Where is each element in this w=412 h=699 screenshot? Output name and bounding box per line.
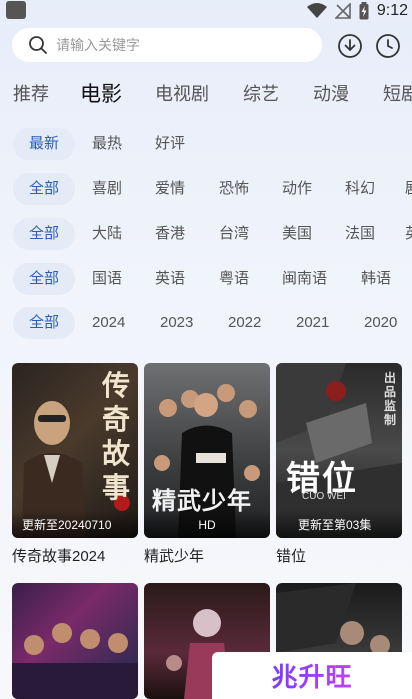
movie-card[interactable]: 传奇故事 更新至20240710 传奇故事2024: [12, 363, 138, 573]
clock-icon: [376, 34, 400, 58]
search-row: 请输入关键字: [12, 28, 404, 64]
filter-chip[interactable]: 2022: [228, 307, 261, 339]
movie-poster[interactable]: 传奇故事 更新至20240710: [12, 363, 138, 538]
tab-variety[interactable]: 综艺: [243, 80, 279, 106]
filter-row-genre: 全部 喜剧 爱情 恐怖 动作 科幻 剧: [0, 173, 412, 205]
poster-art: [12, 623, 138, 699]
wifi-icon: [306, 3, 327, 18]
filter-chip[interactable]: 喜剧: [92, 173, 122, 205]
filter-chip[interactable]: 全部: [13, 173, 76, 205]
filter-chip[interactable]: 爱情: [155, 173, 185, 205]
filter-chip[interactable]: 全部: [13, 218, 76, 250]
movie-title: 错位: [276, 548, 307, 565]
filter-chip[interactable]: 最新: [13, 128, 76, 160]
filter-chip[interactable]: 美国: [282, 218, 312, 250]
tab-recommend[interactable]: 推荐: [13, 80, 49, 106]
history-button[interactable]: [374, 32, 402, 60]
filter-chip[interactable]: 2021: [296, 307, 329, 339]
filter-chip[interactable]: 法国: [345, 218, 375, 250]
status-bar: 9:12: [0, 0, 412, 22]
movie-title: 传奇故事2024: [12, 548, 106, 565]
filter-chip[interactable]: 大陆: [92, 218, 122, 250]
movie-card[interactable]: 精武少年 HD 精武少年: [144, 363, 270, 573]
tab-tv-series[interactable]: 电视剧: [155, 80, 209, 106]
filter-chip[interactable]: 剧: [405, 173, 412, 205]
search-icon: [29, 36, 47, 54]
search-placeholder: 请输入关键字: [56, 37, 140, 53]
tab-anime[interactable]: 动漫: [313, 80, 349, 106]
poster-title-art: 传奇故事: [102, 369, 131, 504]
filter-chip[interactable]: 恐怖: [219, 173, 249, 205]
filter-row-region: 全部 大陆 香港 台湾 美国 法国 英: [0, 218, 412, 250]
download-button[interactable]: [336, 32, 364, 60]
poster-side-text: 出品监制: [384, 371, 397, 427]
update-badge: 更新至20240710: [12, 510, 138, 538]
poster-subtitle: CUO WEI: [302, 491, 346, 502]
watermark: 兆升旺: [212, 652, 412, 699]
filter-chip[interactable]: 国语: [92, 263, 122, 295]
filter-chip[interactable]: 英语: [155, 263, 185, 295]
notification-icon: [6, 1, 26, 19]
filter-chip[interactable]: 科幻: [345, 173, 375, 205]
filter-chip[interactable]: 闽南语: [282, 263, 327, 295]
battery-icon: [359, 2, 369, 20]
filter-chip[interactable]: 英: [405, 218, 412, 250]
filter-chip[interactable]: 好评: [155, 128, 185, 160]
quality-badge: HD: [144, 510, 270, 538]
filter-chip[interactable]: 动作: [282, 173, 312, 205]
filter-row-sort: 最新 最热 好评: [0, 128, 412, 160]
movie-poster[interactable]: 出品监制 错位 CUO WEI 更新至第03集: [276, 363, 402, 538]
filter-chip[interactable]: 2020: [364, 307, 397, 339]
filter-chip[interactable]: 全部: [13, 307, 76, 339]
filter-chip[interactable]: 全部: [13, 263, 76, 295]
filter-row-year: 全部 2024 2023 2022 2021 2020: [0, 307, 412, 339]
no-signal-icon: [334, 3, 351, 19]
download-icon: [338, 34, 362, 58]
search-input[interactable]: 请输入关键字: [12, 28, 322, 62]
filter-chip[interactable]: 台湾: [219, 218, 249, 250]
watermark-text: 兆升旺: [271, 657, 352, 694]
update-badge: 更新至第03集: [276, 510, 402, 538]
movie-poster[interactable]: 精武少年 HD: [144, 363, 270, 538]
filter-chip[interactable]: 2023: [160, 307, 193, 339]
movie-card[interactable]: [12, 583, 138, 699]
movie-title: 精武少年: [144, 548, 205, 565]
filter-chip[interactable]: 粤语: [219, 263, 249, 295]
filter-chip[interactable]: 香港: [155, 218, 185, 250]
tab-movie[interactable]: 电影: [80, 80, 122, 108]
movie-card[interactable]: 出品监制 错位 CUO WEI 更新至第03集 错位: [276, 363, 402, 573]
tab-short-drama[interactable]: 短剧: [383, 80, 412, 106]
movie-poster[interactable]: [12, 583, 138, 699]
status-time: 9:12: [376, 2, 408, 19]
filter-chip[interactable]: 韩语: [361, 263, 391, 295]
filter-row-language: 全部 国语 英语 粤语 闽南语 韩语: [0, 263, 412, 295]
filter-chip[interactable]: 2024: [92, 307, 125, 339]
filter-chip[interactable]: 最热: [92, 128, 122, 160]
main-tabs: 推荐 电影 电视剧 综艺 动漫 短剧: [0, 80, 412, 110]
